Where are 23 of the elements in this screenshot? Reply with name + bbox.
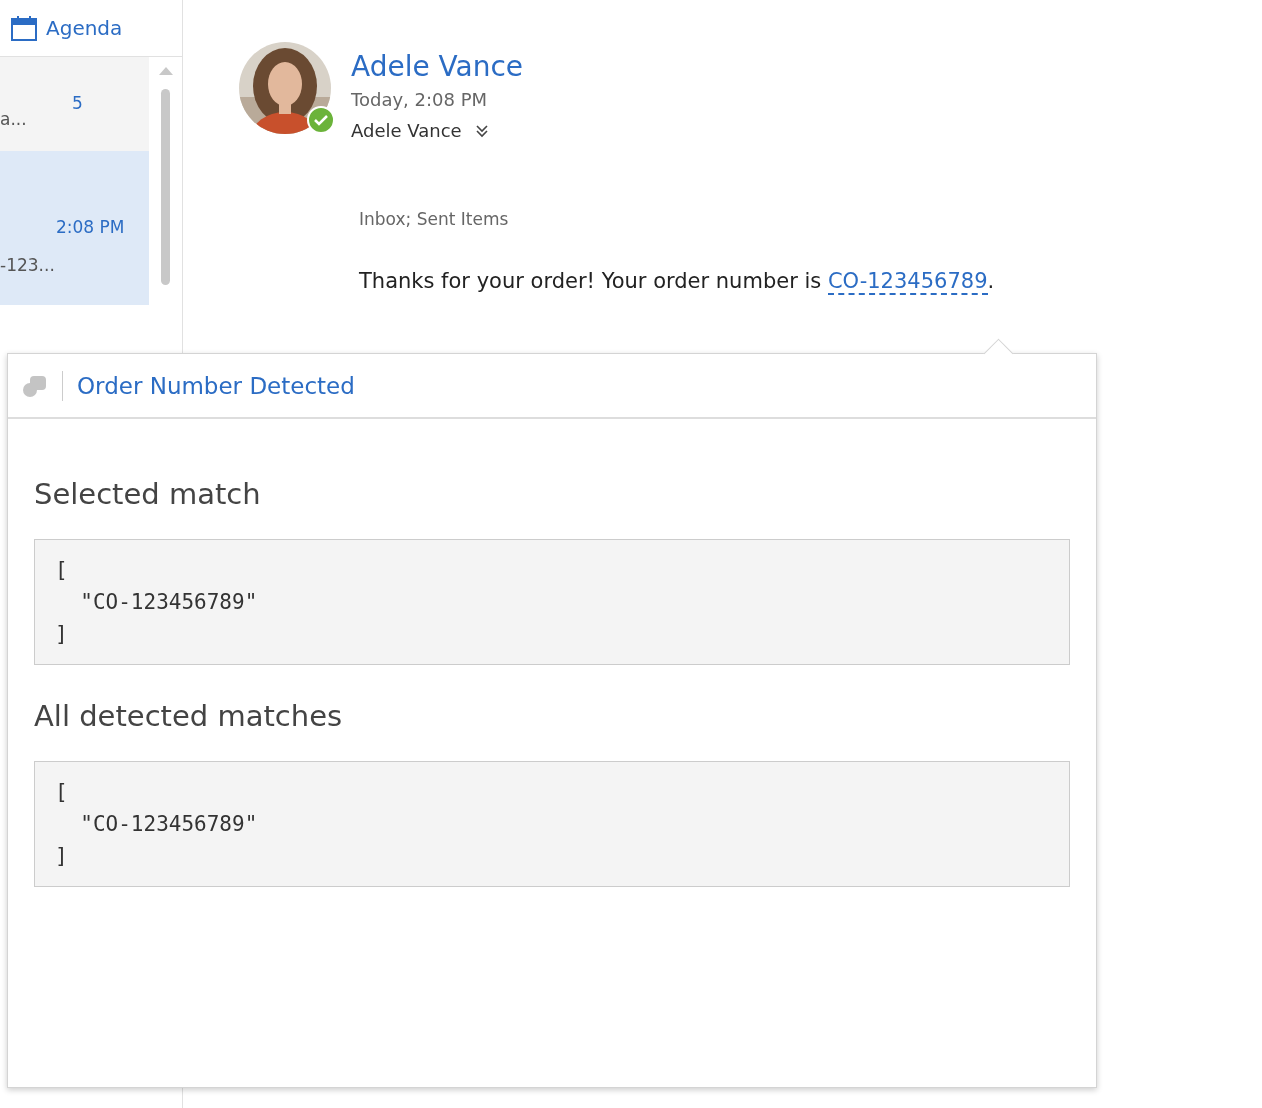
message-count: 5 bbox=[72, 93, 83, 113]
message-folders: Inbox; Sent Items bbox=[359, 209, 510, 229]
order-number-link[interactable]: CO-123456789 bbox=[827, 269, 988, 295]
message-preview: -123... bbox=[0, 255, 55, 275]
addin-title: Order Number Detected bbox=[77, 372, 355, 399]
calendar-icon[interactable] bbox=[10, 14, 38, 42]
section-heading: Selected match bbox=[34, 477, 262, 511]
message-time: 2:08 PM bbox=[56, 217, 125, 237]
recipient-name[interactable]: Adele Vance bbox=[351, 120, 462, 141]
expand-icon[interactable] bbox=[475, 123, 488, 138]
scrollbar-thumb[interactable] bbox=[161, 89, 170, 285]
message-list-item[interactable]: 2:08 PM -123... bbox=[0, 151, 149, 305]
agenda-link[interactable]: Agenda bbox=[46, 16, 123, 40]
message-list-item[interactable]: a... 5 bbox=[0, 57, 149, 151]
message-body: Thanks for your order! Your order number is CO-123456789. bbox=[359, 269, 996, 293]
addin-icon bbox=[22, 373, 48, 398]
message-date: Today, 2:08 PM bbox=[351, 89, 489, 110]
message-subject: a... bbox=[0, 109, 27, 129]
available-status-icon bbox=[307, 106, 335, 134]
section-heading: All detected matches bbox=[34, 699, 344, 733]
code-block: [ "CO-123456789" ] bbox=[34, 761, 1070, 887]
code-block: [ "CO-123456789" ] bbox=[34, 539, 1070, 665]
sender-name[interactable]: Adele Vance bbox=[351, 50, 524, 83]
